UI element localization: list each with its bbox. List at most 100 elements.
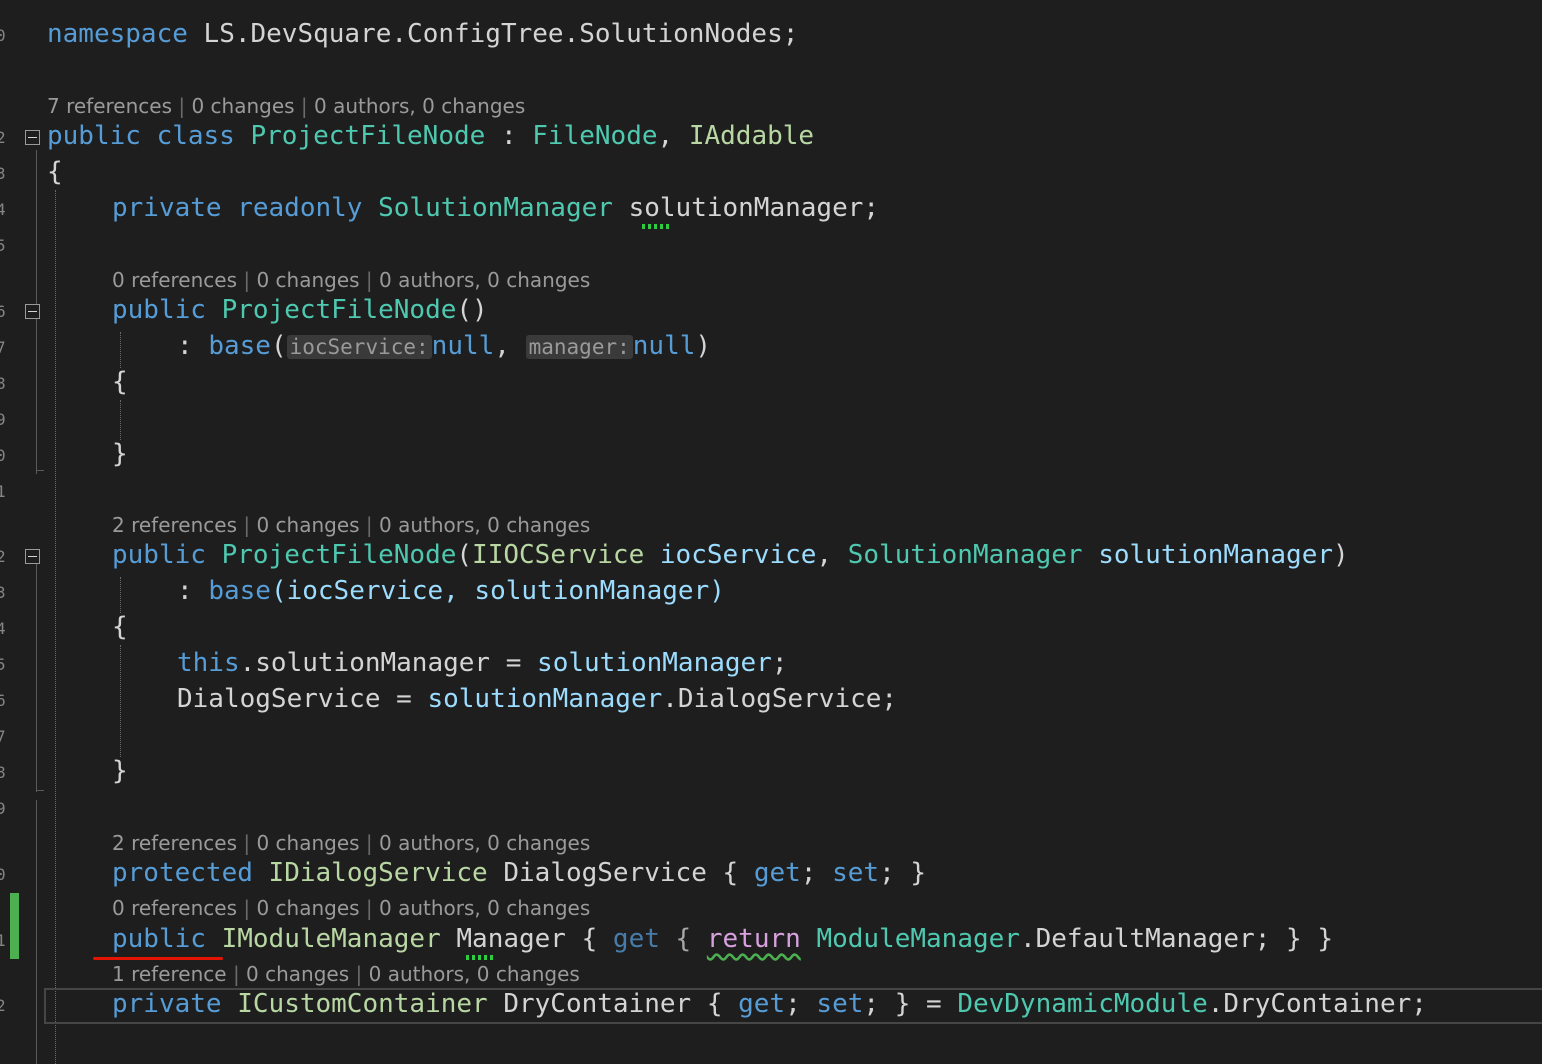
codelens-references-link[interactable]: 7 references [47,94,172,118]
namespace-keyword: namespace [47,19,188,49]
inlay-hint: iocService: [286,335,432,359]
codelens-changes-link[interactable]: 0 changes [256,831,359,855]
codelens-references-link[interactable]: 0 references [112,896,237,920]
indent-guide [120,400,121,440]
codelens-changes-link[interactable]: 0 changes [256,513,359,537]
param-name: iocService [644,540,817,570]
initializer: ; } = [863,989,958,1019]
codelens-references-link[interactable]: 0 references [112,268,237,292]
ctor-name: ProjectFileNode [221,295,457,325]
null-literal: null [632,331,696,361]
property-type: ICustomContainer [237,989,488,1019]
ctor1-close-brace[interactable]: } [112,436,128,472]
collapse-class-toggle[interactable] [25,130,40,145]
ctor2-dialog-line[interactable]: DialogService = solutionManager.DialogSe… [177,681,897,717]
line-number: 6 [0,302,6,321]
semicolon: ; [771,648,788,678]
param-ref: solutionManager [427,684,663,714]
paren: ) [695,331,712,361]
base-keyword: base [208,331,271,361]
manager-property-line[interactable]: public IModuleManager Manager { get { re… [112,921,1333,957]
comma: , [494,331,526,361]
semicolon: ; [863,193,880,223]
codelens-changes-link[interactable]: 0 changes [256,896,359,920]
line-number: 4 [0,619,6,638]
codelens-references-link[interactable]: 1 reference [112,962,227,986]
line-number: 4 [0,200,6,219]
class-open-brace-line[interactable]: { [47,154,63,190]
ctor2-assign-line[interactable]: this.solutionManager = solutionManager; [177,645,788,681]
line-number: 8 [0,374,6,393]
ctor1-base-line[interactable]: : base(iocService: null, manager: null) [177,328,711,365]
namespace-line[interactable]: namespace LS.DevSquare.ConfigTree.Soluti… [47,16,798,52]
codelens-authors-link[interactable]: 0 authors, 0 changes [379,831,590,855]
codelens-references-link[interactable]: 2 references [112,513,237,537]
class-ref: DevDynamicModule [957,989,1208,1019]
error-underline [93,957,223,960]
return-keyword: return [706,924,801,954]
set-accessor: set [816,989,864,1019]
codelens-changes-link[interactable]: 0 changes [191,94,294,118]
member-access: .DefaultManager; } } [1019,924,1334,954]
ctor1-open-brace[interactable]: { [112,364,128,400]
codelens-ctor1: 0 references | 0 changes | 0 authors, 0 … [112,268,591,292]
field-assign: .solutionManager = [239,648,538,678]
codelens-changes-link[interactable]: 0 changes [256,268,359,292]
closing: ; } [879,858,927,888]
member-access: .DryContainer; [1207,989,1427,1019]
modifier: private [112,989,238,1019]
indent-guide [120,332,121,368]
codelens-authors-link[interactable]: 0 authors, 0 changes [379,268,590,292]
close-brace: } [112,756,128,786]
field-declaration-line[interactable]: private readonly SolutionManager solutio… [112,190,879,226]
ctor2-open-brace[interactable]: { [112,609,128,645]
colon: : [177,331,209,361]
ctor2-close-brace[interactable]: } [112,753,128,789]
ctor2-base-line[interactable]: : base(iocService, solutionManager) [177,573,725,609]
codelens-authors-link[interactable]: 0 authors, 0 changes [369,962,580,986]
codelens-changes-link[interactable]: 0 changes [246,962,349,986]
field-name: solutionManager [628,193,864,223]
line-number: 7 [0,727,6,746]
line-number: 9 [0,799,6,818]
ctor-params: () [456,295,488,325]
modifier: protected [112,858,269,888]
codelens-authors-link[interactable]: 0 authors, 0 changes [379,513,590,537]
open-brace: { [112,367,128,397]
fold-end-tick [36,790,44,791]
indent-guide [120,645,121,757]
codelens-prop2: 0 references | 0 changes | 0 authors, 0 … [112,896,591,920]
comma: , [657,121,689,151]
editor-gutter: 0 2 3 4 5 6 7 8 9 0 1 2 3 4 5 6 7 8 9 0 … [0,0,46,1064]
member-access: .DialogService; [662,684,898,714]
null-literal: null [431,331,495,361]
property-type: IModuleManager [221,924,441,954]
line-number: 3 [0,164,6,183]
property-name: DialogService { [487,858,754,888]
paren: ) [1333,540,1349,570]
field-modifiers: private readonly [112,193,379,223]
class-declaration-line[interactable]: public class ProjectFileNode : FileNode,… [47,118,814,154]
codelens-authors-link[interactable]: 0 authors, 0 changes [314,94,525,118]
property-name: DryContainer { [487,989,739,1019]
dry-container-property-line[interactable]: private ICustomContainer DryContainer { … [112,986,1427,1022]
paren: ( [270,331,287,361]
dialog-service-property-line[interactable]: protected IDialogService DialogService {… [112,855,926,891]
line-number: 5 [0,655,6,674]
get-accessor: get [612,924,660,954]
fold-guide-line [36,560,37,792]
codelens-references-link[interactable]: 2 references [112,831,237,855]
get-accessor: get [753,858,801,888]
ctor1-declaration-line[interactable]: public ProjectFileNode() [112,292,488,328]
base-class-name: FileNode [532,121,658,151]
line-number: 2 [0,996,6,1015]
indent-guide [120,577,121,613]
collapse-ctor1-toggle[interactable] [25,304,40,319]
ctor2-declaration-line[interactable]: public ProjectFileNode(IIOCService iocSe… [112,537,1349,573]
namespace-name: LS.DevSquare.ConfigTree.SolutionNodes; [187,19,799,49]
collapse-ctor2-toggle[interactable] [25,549,40,564]
ctor-modifier: public [112,295,222,325]
codelens-authors-link[interactable]: 0 authors, 0 changes [379,896,590,920]
fold-end-tick [36,470,44,471]
